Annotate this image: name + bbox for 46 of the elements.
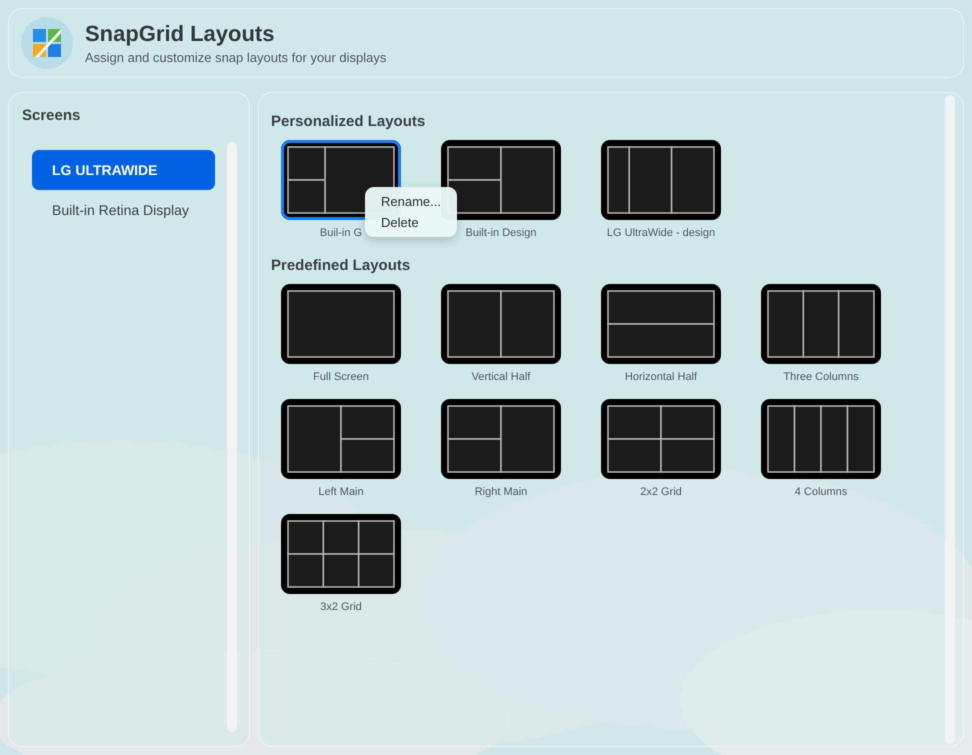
layout-grid-icon <box>447 146 555 214</box>
layout-label: Vertical Half <box>472 371 530 383</box>
layout-grid-icon <box>767 405 875 473</box>
scrollbar[interactable] <box>945 95 955 744</box>
layout-thumbnail[interactable] <box>441 284 561 364</box>
layout-grid-icon <box>447 405 555 473</box>
section-title: Personalized Layouts <box>271 113 426 130</box>
layout-grid-icon <box>287 520 395 588</box>
layout-label: Left Main <box>318 486 364 498</box>
layout-grid-icon <box>287 405 395 473</box>
layout-thumbnail[interactable] <box>761 284 881 364</box>
layout-label: Full Screen <box>313 371 369 383</box>
layout-thumbnail[interactable] <box>281 284 401 364</box>
layout-grid-icon <box>607 146 715 214</box>
layout-thumbnail[interactable] <box>601 399 721 479</box>
sidebar-title: Screens <box>22 107 82 124</box>
layout-label: 4 Columns <box>794 486 848 498</box>
layout-thumbnail[interactable] <box>281 399 401 479</box>
layout-grid-icon <box>767 290 875 358</box>
layout-thumbnail[interactable] <box>761 399 881 479</box>
layout-label: Right Main <box>474 486 528 498</box>
menu-item[interactable]: Delete <box>365 212 457 233</box>
layout-grid-icon <box>287 290 395 358</box>
menu-item[interactable]: Rename... <box>365 191 457 212</box>
layout-thumbnail[interactable] <box>601 140 721 220</box>
screen-item[interactable]: LG ULTRAWIDE <box>32 150 215 190</box>
screen-item[interactable]: Built-in Retina Display <box>32 190 215 230</box>
section-title: Predefined Layouts <box>271 257 412 274</box>
layout-label: Built-in Design <box>466 227 536 239</box>
app-logo-icon <box>21 17 73 69</box>
layout-label: LG UltraWide - design <box>606 227 716 239</box>
layout-label: Horizontal Half <box>624 371 698 383</box>
layout-grid-icon <box>607 290 715 358</box>
layout-grid-icon <box>607 405 715 473</box>
layout-thumbnail[interactable] <box>441 399 561 479</box>
layout-thumbnail[interactable] <box>601 284 721 364</box>
scrollbar[interactable] <box>227 142 237 732</box>
layout-grid-icon <box>447 290 555 358</box>
layout-label: Buil-in G <box>320 227 362 239</box>
app-title: SnapGrid Layouts <box>85 21 276 47</box>
app-subtitle: Assign and customize snap layouts for your displays <box>85 50 386 65</box>
layout-label: 2x2 Grid <box>640 486 682 498</box>
layout-thumbnail[interactable] <box>441 140 561 220</box>
layout-thumbnail[interactable] <box>281 514 401 594</box>
layout-label: Three Columns <box>783 371 859 383</box>
layout-label: 3x2 Grid <box>320 601 362 613</box>
